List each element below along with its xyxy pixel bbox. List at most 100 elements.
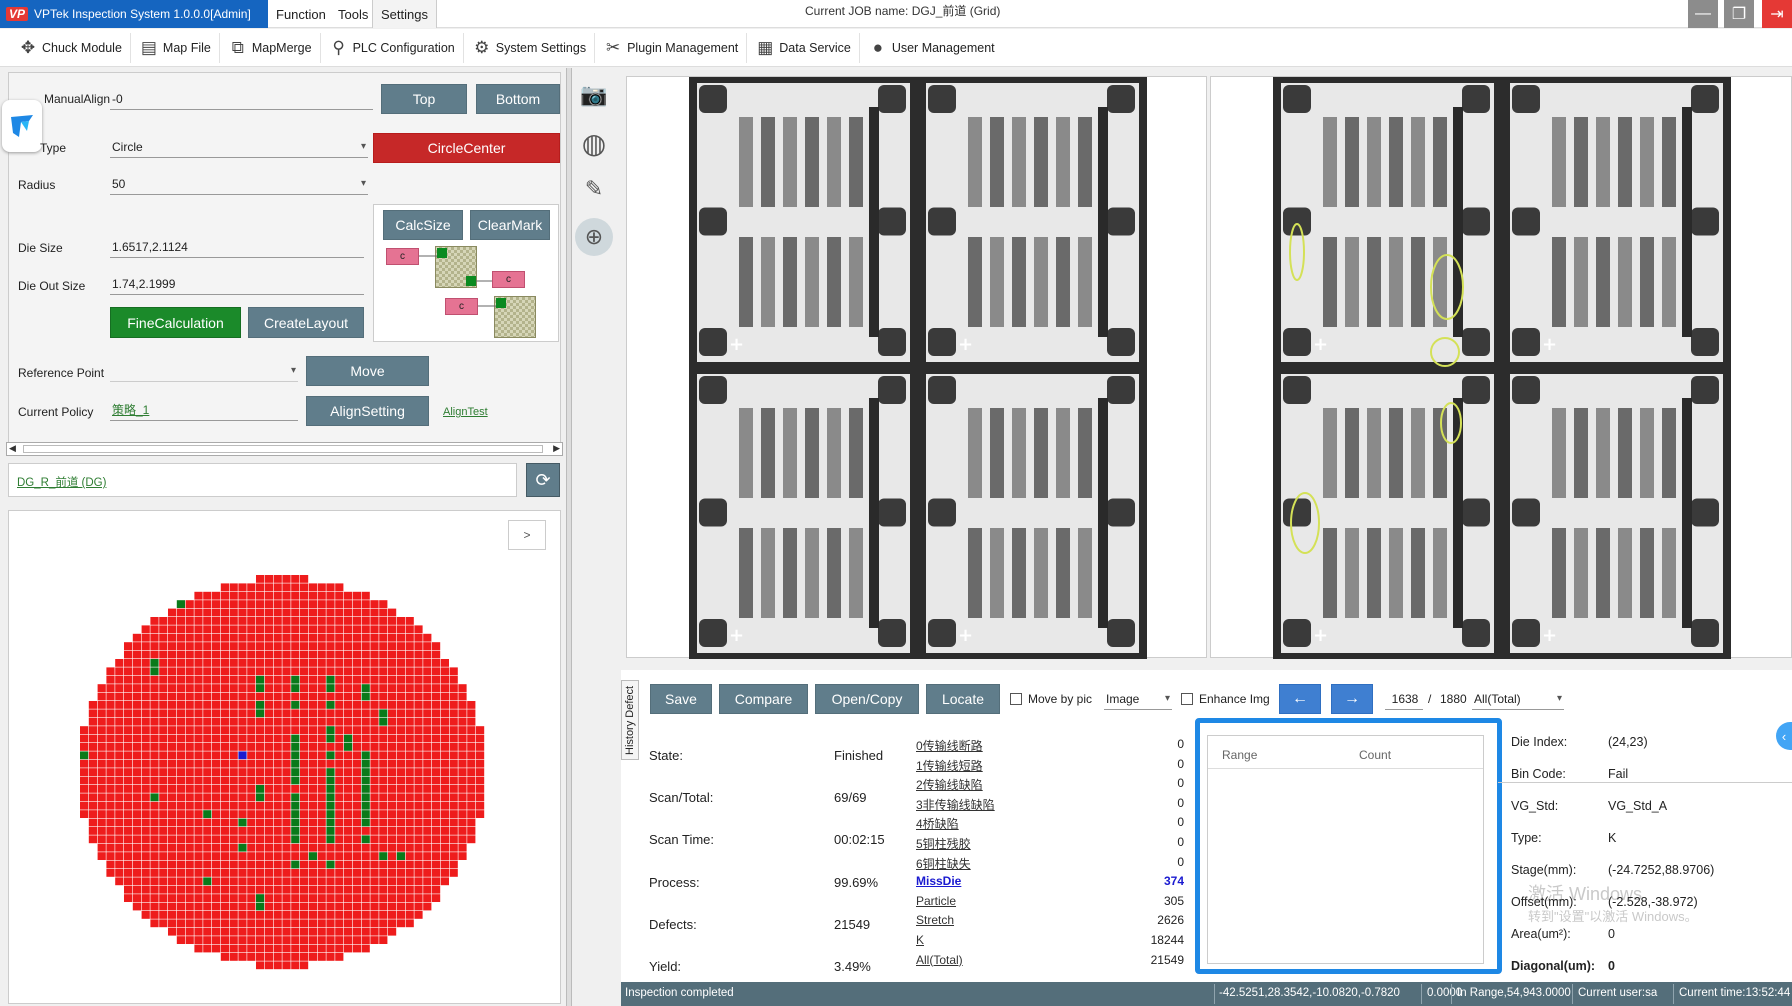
scroll-right-icon[interactable]: ▶ <box>553 443 560 454</box>
grid-view-button[interactable]: ◍ <box>575 124 613 162</box>
save-button[interactable]: Save <box>650 684 712 714</box>
page-current-field[interactable]: 1638 <box>1385 690 1423 710</box>
toolbar-plc-configuration[interactable]: ⚲ PLC Configuration <box>321 32 464 63</box>
floating-app-icon[interactable] <box>2 100 42 152</box>
scroll-thumb[interactable] <box>23 445 543 453</box>
compare-button[interactable]: Compare <box>719 684 808 714</box>
wafer-die <box>247 894 256 902</box>
wafer-die <box>326 717 335 726</box>
open-copy-button[interactable]: Open/Copy <box>815 684 919 714</box>
defect-type-link[interactable]: 5铜柱残胶 <box>916 835 971 852</box>
type-select[interactable]: Circle <box>110 138 368 158</box>
wafer-die <box>449 785 458 793</box>
wafer-die <box>220 600 229 608</box>
move-by-pic-toggle[interactable]: Move by pic <box>1010 692 1092 706</box>
wafer-die <box>282 944 291 953</box>
wafer-die <box>344 852 353 860</box>
map-expand-button[interactable]: > <box>508 520 546 550</box>
refresh-button[interactable]: ⟳ <box>526 463 560 497</box>
wafer-map[interactable] <box>80 575 488 970</box>
defect-type-link[interactable]: 4桥缺陷 <box>916 815 959 832</box>
reference-die-image[interactable]: + + + + <box>689 77 1147 659</box>
wafer-view-button[interactable]: ⊕ <box>575 218 613 256</box>
prev-button[interactable]: ← <box>1279 684 1321 714</box>
toolbar-user-management[interactable]: ● User Management <box>860 33 1003 63</box>
history-defect-tab[interactable]: History Defect <box>621 680 639 760</box>
align-test-link[interactable]: AlignTest <box>443 406 488 418</box>
wafer-die <box>388 717 397 726</box>
wafer-die <box>352 600 361 608</box>
wafer-die <box>388 768 397 776</box>
current-policy-field[interactable]: 策略_1 <box>110 401 298 421</box>
radius-select[interactable]: 50 <box>110 175 368 195</box>
fine-calculation-button[interactable]: FineCalculation <box>110 307 241 338</box>
toolbar-plugin-management[interactable]: ✂ Plugin Management <box>595 32 748 63</box>
wafer-die <box>308 801 317 810</box>
defect-type-link[interactable]: K <box>916 933 924 947</box>
defect-type-link[interactable]: MissDie <box>916 874 961 888</box>
wafer-die <box>361 902 370 911</box>
camera-button[interactable]: 📷 <box>575 76 613 114</box>
offset-value: (-2.528,-38.972) <box>1608 895 1698 909</box>
scroll-left-icon[interactable]: ◀ <box>9 443 16 454</box>
move-by-pic-checkbox[interactable] <box>1010 693 1022 705</box>
defect-type-link[interactable]: All(Total) <box>916 953 963 967</box>
defect-type-link[interactable]: 6铜柱缺失 <box>916 855 971 872</box>
menu-tools[interactable]: Tools <box>330 0 376 28</box>
menu-function[interactable]: Function <box>268 0 334 28</box>
wafer-die <box>388 785 397 793</box>
toolbar-system-settings[interactable]: ⚙ System Settings <box>464 32 596 63</box>
maximize-button[interactable]: ❐ <box>1724 0 1754 28</box>
toolbar-map-file[interactable]: ▤ Map File <box>131 32 220 63</box>
job-link[interactable]: DG_R_前道 (DG) <box>17 474 106 490</box>
wafer-die <box>212 717 221 726</box>
die-size-field[interactable]: 1.6517,2.1124 <box>110 238 364 258</box>
measure-button[interactable]: ✎ <box>575 170 613 208</box>
wafer-die <box>220 860 229 869</box>
calc-size-button[interactable]: CalcSize <box>383 210 463 240</box>
die-out-size-field[interactable]: 1.74,2.1999 <box>110 275 364 295</box>
create-layout-button[interactable]: CreateLayout <box>248 307 364 338</box>
wafer-die <box>256 827 265 835</box>
manual-align-field[interactable]: -0 <box>110 90 373 110</box>
defect-type-link[interactable]: Particle <box>916 894 956 908</box>
toolbar-chuck-module[interactable]: ✥ Chuck Module <box>10 32 131 63</box>
top-button[interactable]: Top <box>381 84 467 114</box>
defect-type-link[interactable]: 0传输线断路 <box>916 737 983 754</box>
wafer-die <box>256 608 265 617</box>
wafer-die <box>106 692 115 701</box>
defect-filter-select[interactable]: All(Total) <box>1472 690 1564 710</box>
minimize-button[interactable]: — <box>1688 0 1718 28</box>
panel-splitter[interactable] <box>566 68 572 1006</box>
toolbar-map-merge[interactable]: ⧉ MapMerge <box>220 32 321 63</box>
inspected-die-image[interactable]: + + + + <box>1273 77 1731 659</box>
wafer-die <box>414 835 423 844</box>
wafer-die <box>344 743 353 751</box>
horizontal-scrollbar[interactable]: ◀ ▶ <box>6 442 563 456</box>
move-button[interactable]: Move <box>306 356 429 386</box>
wafer-die <box>132 869 141 877</box>
wafer-die <box>141 667 150 676</box>
align-setting-button[interactable]: AlignSetting <box>306 396 429 426</box>
next-button[interactable]: → <box>1331 684 1373 714</box>
enhance-img-toggle[interactable]: Enhance Img <box>1181 692 1270 706</box>
menu-settings[interactable]: Settings <box>372 0 437 28</box>
defect-type-link[interactable]: 3非传输线缺陷 <box>916 796 995 813</box>
enhance-img-checkbox[interactable] <box>1181 693 1193 705</box>
wafer-die <box>124 751 133 760</box>
wafer-die <box>273 785 282 793</box>
clear-mark-button[interactable]: ClearMark <box>470 210 550 240</box>
defect-type-link[interactable]: 2传输线缺陷 <box>916 776 983 793</box>
wafer-die <box>282 827 291 835</box>
defect-count: 0 <box>1177 835 1184 849</box>
toolbar-data-service[interactable]: ▦ Data Service <box>747 32 860 63</box>
defect-type-link[interactable]: Stretch <box>916 913 954 927</box>
circle-center-button[interactable]: CircleCenter <box>373 133 560 163</box>
exit-button[interactable]: ⇥ <box>1762 0 1792 28</box>
wafer-die <box>203 818 212 827</box>
defect-type-link[interactable]: 1传输线短路 <box>916 757 983 774</box>
image-select[interactable]: Image <box>1104 690 1172 710</box>
reference-point-select[interactable] <box>110 362 298 382</box>
bottom-button[interactable]: Bottom <box>476 84 560 114</box>
locate-button[interactable]: Locate <box>926 684 1000 714</box>
